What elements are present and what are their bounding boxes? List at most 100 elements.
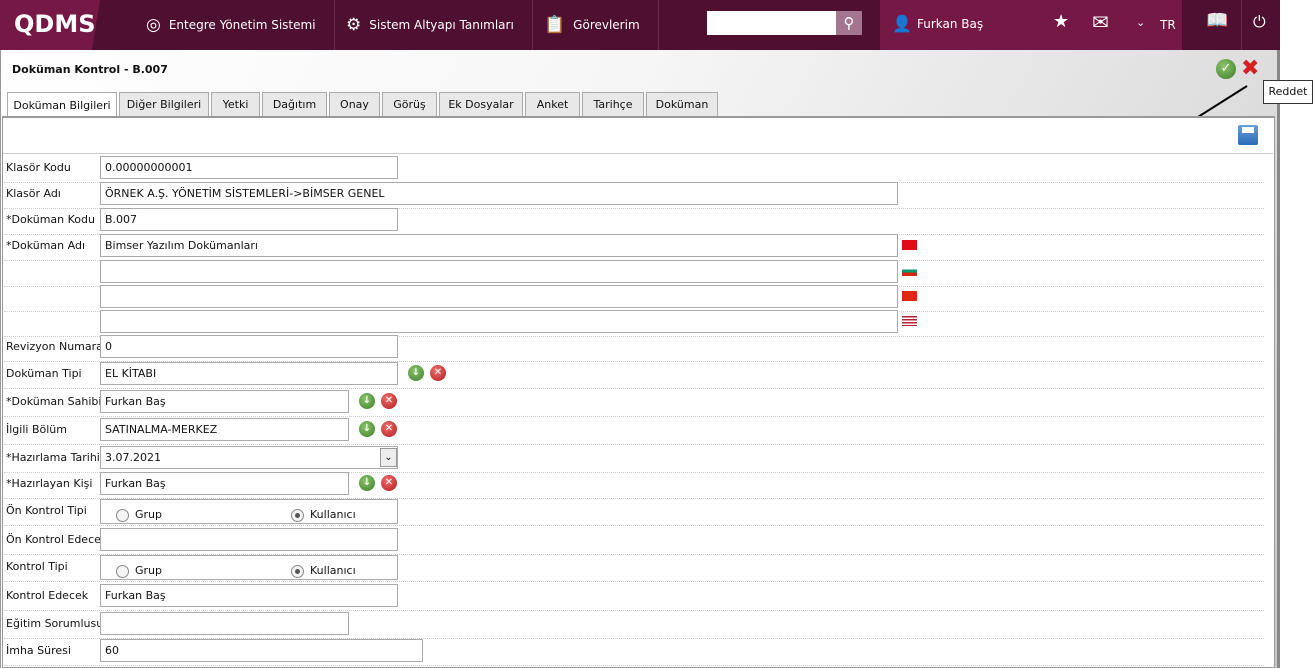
nav-label: Entegre Yönetim Sistemi	[168, 18, 316, 32]
tab-5[interactable]: Görüş	[382, 92, 437, 116]
power-icon[interactable]: ⏻	[1253, 12, 1266, 32]
tab-4[interactable]: Onay	[329, 92, 380, 116]
row-separator	[4, 388, 1264, 389]
text-input[interactable]: Furkan Baş	[100, 390, 349, 413]
text-input[interactable]	[100, 528, 398, 551]
text-input[interactable]	[100, 260, 898, 283]
radio-grup[interactable]: Grup	[116, 560, 162, 579]
user-name[interactable]: Furkan Baş	[917, 17, 983, 31]
nav-label: Görevlerim	[573, 18, 640, 32]
qdms-logo[interactable]: QDMS	[0, 0, 100, 50]
nav-sistem-altyapi[interactable]: ⚙ Sistem Altyapı Tanımları	[328, 0, 533, 50]
arrow-down-icon: ↓	[362, 423, 372, 434]
text-input[interactable]: 3.07.2021	[100, 446, 398, 469]
tooltip: Reddet	[1263, 80, 1313, 104]
close-icon: ✖	[1241, 56, 1260, 81]
tab-3[interactable]: Dağıtım	[262, 92, 327, 116]
approve-button[interactable]: ✓	[1216, 59, 1236, 79]
field-label: *Doküman Adı	[6, 239, 85, 252]
flag-cn-icon[interactable]	[902, 291, 917, 301]
field-label: Ön Kontrol Edecek	[6, 533, 108, 546]
radio-button[interactable]	[116, 508, 129, 522]
clipboard-icon: 📋	[544, 15, 566, 35]
reject-button[interactable]: ✖	[1241, 56, 1259, 81]
text-input[interactable]	[100, 285, 898, 308]
tab-8[interactable]: Tarihçe	[582, 92, 644, 116]
divider	[1241, 0, 1242, 50]
search-button[interactable]: ⚲	[836, 11, 862, 35]
field-label: Kontrol Edecek	[6, 589, 89, 602]
tab-1[interactable]: Diğer Bilgileri	[119, 92, 209, 116]
flag-tr-icon[interactable]	[902, 240, 917, 250]
radio-group: Grup Kullanıcı	[100, 555, 398, 580]
page-title: Doküman Kontrol - B.007	[12, 63, 168, 76]
text-input[interactable]	[100, 310, 898, 333]
nav-label: Sistem Altyapı Tanımları	[369, 18, 514, 32]
clear-button[interactable]: ✕	[381, 393, 397, 409]
row-separator	[4, 610, 1264, 611]
text-input[interactable]	[100, 612, 349, 635]
text-input[interactable]: Furkan Baş	[100, 472, 349, 495]
radio-label: Kullanıcı	[310, 508, 356, 521]
select-button[interactable]: ↓	[359, 421, 375, 437]
form-toolbar	[3, 117, 1273, 154]
chevron-down-icon: ⌄	[384, 452, 393, 463]
clear-button[interactable]: ✕	[381, 475, 397, 491]
text-input[interactable]: EL KİTABI	[100, 362, 398, 385]
text-input[interactable]: Furkan Baş	[100, 584, 398, 607]
field-label: *Doküman Kodu	[6, 213, 95, 226]
text-input[interactable]: B.007	[100, 208, 398, 231]
date-dropdown-button[interactable]: ⌄	[380, 448, 397, 467]
tab-6[interactable]: Ek Dosyalar	[439, 92, 523, 116]
user-icon: 👤	[892, 14, 912, 33]
tab-2[interactable]: Yetki	[211, 92, 260, 116]
select-button[interactable]: ↓	[359, 393, 375, 409]
text-input[interactable]: SATINALMA-MERKEZ	[100, 418, 349, 441]
field-label: İlgili Bölüm	[6, 423, 67, 436]
gear-icon: ⚙	[346, 15, 362, 35]
text-input[interactable]: 0	[100, 335, 398, 358]
chevron-down-icon[interactable]: ⌄	[1136, 16, 1145, 29]
select-button[interactable]: ↓	[359, 475, 375, 491]
radio-button[interactable]	[116, 564, 129, 578]
manual-icon[interactable]: 📖	[1206, 10, 1228, 31]
tab-0[interactable]: Doküman Bilgileri	[7, 92, 117, 117]
clear-button[interactable]: ✕	[430, 365, 446, 381]
select-button[interactable]: ↓	[408, 365, 424, 381]
radio-kullanici[interactable]: Kullanıcı	[291, 560, 356, 579]
tab-7[interactable]: Anket	[525, 92, 580, 116]
field-label: *Doküman Sahibi	[6, 395, 102, 408]
field-label: Klasör Kodu	[6, 161, 71, 174]
radio-label: Grup	[135, 508, 163, 521]
radio-button[interactable]	[291, 564, 304, 578]
text-input[interactable]: ÖRNEK A.Ş. YÖNETİM SİSTEMLERİ->BİMSER GE…	[100, 182, 898, 205]
star-icon[interactable]: ★	[1053, 11, 1069, 32]
field-label: *Hazırlayan Kişi	[6, 477, 93, 490]
radio-grup[interactable]: Grup	[116, 504, 163, 523]
nav-entegre-yonetim[interactable]: ◎ Entegre Yönetim Sistemi	[128, 0, 335, 50]
text-input[interactable]: 0.00000000001	[100, 156, 398, 179]
flag-bg-icon[interactable]	[902, 266, 917, 276]
field-label: İmha Süresi	[6, 644, 71, 657]
row-separator	[4, 525, 1264, 526]
flag-us-icon[interactable]	[902, 316, 917, 326]
search-input[interactable]	[707, 11, 836, 35]
row-separator	[4, 665, 1264, 666]
radio-button[interactable]	[291, 508, 304, 522]
clear-button[interactable]: ✕	[381, 421, 397, 437]
text-input[interactable]: 60	[100, 639, 423, 662]
tab-9[interactable]: Doküman	[646, 92, 718, 116]
nav-gorevlerim[interactable]: 📋 Görevlerim	[526, 0, 659, 50]
close-icon: ✕	[384, 395, 394, 406]
arrow-down-icon: ↓	[411, 367, 421, 378]
save-icon[interactable]	[1238, 125, 1258, 145]
language-selector[interactable]: TR	[1160, 18, 1176, 32]
text-input[interactable]: Bimser Yazılım Dokümanları	[100, 234, 898, 257]
radio-group: Grup Kullanıcı	[100, 499, 398, 524]
row-separator	[4, 416, 1264, 417]
arrow-down-icon: ↓	[362, 395, 372, 406]
row-separator	[4, 581, 1264, 582]
radio-kullanici[interactable]: Kullanıcı	[291, 504, 356, 523]
mail-icon[interactable]: ✉	[1092, 10, 1109, 34]
field-label: Klasör Adı	[6, 187, 61, 200]
